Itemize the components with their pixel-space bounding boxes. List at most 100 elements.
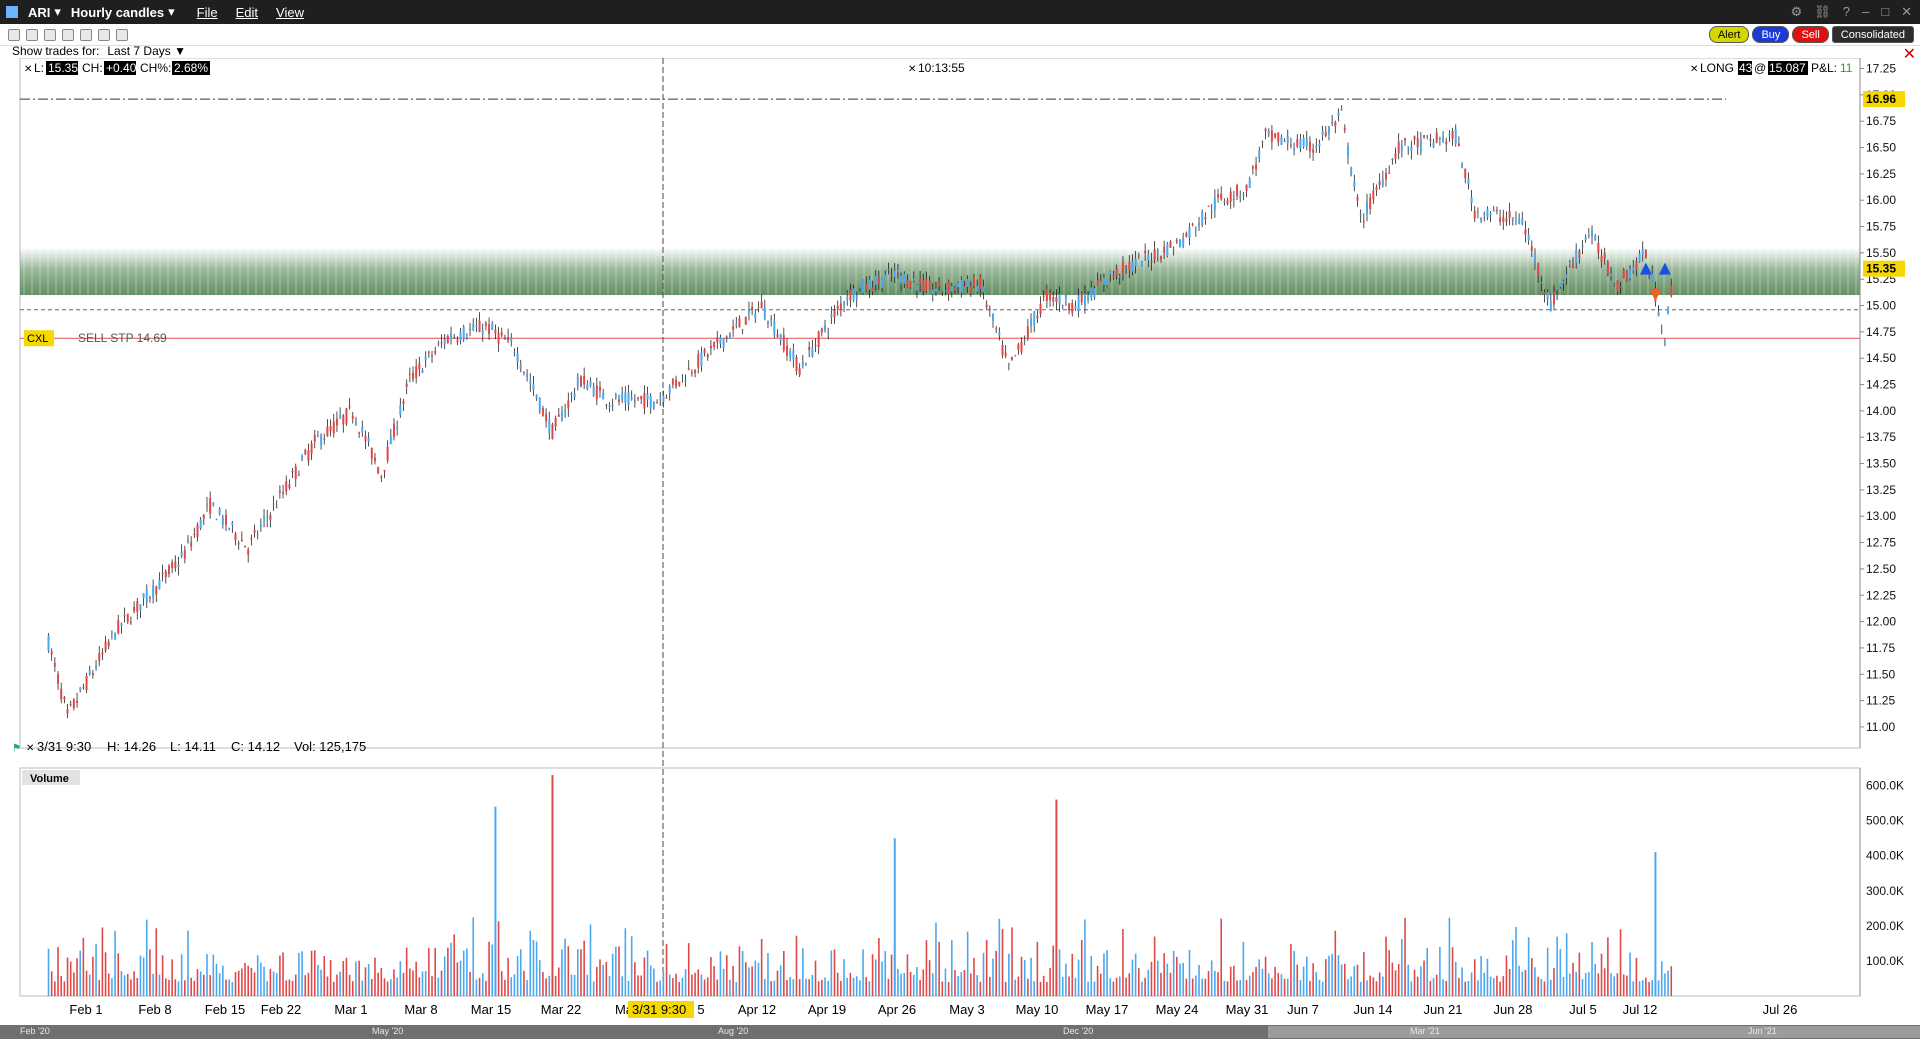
crosshair-time: 3/31 9:30 xyxy=(37,739,91,754)
crosshair-icon[interactable] xyxy=(98,28,110,41)
candle xyxy=(1410,146,1413,152)
candle xyxy=(389,435,392,445)
candle xyxy=(1023,340,1026,342)
grid-icon[interactable] xyxy=(44,28,56,41)
volume-bar xyxy=(1461,967,1463,996)
volume-bar xyxy=(798,979,801,996)
candle xyxy=(900,275,903,284)
volume-bar xyxy=(507,957,509,996)
price-tick-label: 16.50 xyxy=(1866,141,1896,155)
volume-bar xyxy=(184,980,186,996)
candle xyxy=(640,395,643,400)
maximize-icon[interactable]: □ xyxy=(1881,4,1889,20)
candle xyxy=(418,363,421,370)
menu-view[interactable]: View xyxy=(276,5,304,20)
menu-file[interactable]: File xyxy=(197,5,218,20)
candle xyxy=(1438,137,1441,140)
candle xyxy=(507,336,510,341)
chart-type-icon[interactable] xyxy=(8,28,20,41)
volume-bar xyxy=(1176,956,1178,996)
candle xyxy=(953,287,956,291)
candle xyxy=(129,621,132,623)
close-info-icon[interactable]: ✕ xyxy=(24,64,32,75)
candle xyxy=(367,438,370,442)
volume-bar xyxy=(158,974,161,996)
zoom-out-icon[interactable] xyxy=(80,28,92,41)
candle xyxy=(627,392,630,405)
alert-button[interactable]: Alert xyxy=(1708,26,1750,43)
candle xyxy=(456,340,459,343)
volume-bar xyxy=(450,942,452,996)
candle xyxy=(1159,256,1162,260)
volume-bar xyxy=(862,949,864,996)
volume-bar xyxy=(1385,936,1387,996)
close-position-icon[interactable]: ✕ xyxy=(1690,64,1698,75)
volume-bar xyxy=(1087,981,1089,996)
timeframe-selector[interactable]: Hourly candles ▾ xyxy=(71,4,175,20)
close-time-icon[interactable]: ✕ xyxy=(908,64,916,75)
sell-button[interactable]: Sell xyxy=(1792,26,1829,43)
candle xyxy=(364,435,367,441)
volume-bar xyxy=(792,979,795,996)
volume-bar xyxy=(1217,972,1219,996)
candle xyxy=(408,373,411,375)
volume-bar xyxy=(1572,962,1574,996)
show-trades-select[interactable]: Last 7 Days ▼ xyxy=(107,44,186,58)
volume-bar xyxy=(1328,955,1330,996)
symbol-selector[interactable]: ARI ▾ xyxy=(28,4,61,20)
candle xyxy=(1137,255,1140,257)
volume-bar xyxy=(1271,978,1273,996)
volume-tick-label: 600.0K xyxy=(1866,779,1904,793)
candle xyxy=(1118,276,1121,278)
candle xyxy=(263,516,266,519)
close-icon[interactable]: ✕ xyxy=(1901,4,1912,20)
candle xyxy=(1632,267,1635,271)
volume-bar xyxy=(691,974,693,996)
volume-bar xyxy=(453,934,456,996)
candle xyxy=(1629,269,1632,279)
candle xyxy=(1369,197,1372,210)
volume-bar xyxy=(475,979,478,996)
volume-bar xyxy=(443,956,446,996)
link-icon[interactable]: ⛓ xyxy=(1814,4,1831,20)
layout-icon[interactable] xyxy=(116,28,128,41)
candle xyxy=(196,524,199,538)
bar-icon[interactable] xyxy=(26,28,38,41)
candle xyxy=(1549,301,1552,312)
candle xyxy=(614,394,617,398)
volume-bar xyxy=(1296,964,1299,996)
zoom-in-icon[interactable] xyxy=(62,28,74,41)
candle xyxy=(1404,138,1407,141)
candle xyxy=(1584,237,1587,240)
volume-bar xyxy=(1391,962,1394,996)
settings-icon[interactable]: ⚙ xyxy=(1791,4,1803,20)
candle xyxy=(684,380,687,382)
volume-bar xyxy=(1416,976,1419,996)
volume-bar xyxy=(469,971,471,996)
candle xyxy=(1562,280,1565,284)
scrollbar-thumb[interactable] xyxy=(1268,1026,1920,1038)
menu-edit[interactable]: Edit xyxy=(236,5,258,20)
help-icon[interactable]: ? xyxy=(1843,4,1850,20)
volume-bar xyxy=(76,958,78,996)
candle xyxy=(320,435,323,445)
candle xyxy=(1511,217,1514,221)
volume-bar xyxy=(1543,981,1546,996)
minimize-icon[interactable]: – xyxy=(1862,4,1869,20)
volume-bar xyxy=(1550,979,1552,996)
buy-button[interactable]: Buy xyxy=(1752,26,1790,43)
consolidated-button[interactable]: Consolidated xyxy=(1831,26,1914,43)
candle xyxy=(1128,261,1131,271)
price-chart[interactable]: 17.2517.0016.7516.5016.2516.0015.7515.50… xyxy=(0,58,1920,1024)
volume-bar xyxy=(1157,960,1159,996)
candle xyxy=(329,426,332,431)
cancel-order-label[interactable]: CXL xyxy=(27,333,48,345)
volume-bar xyxy=(1378,972,1381,996)
candle xyxy=(877,278,880,284)
volume-bar xyxy=(1191,978,1194,996)
volume-bar xyxy=(611,953,614,996)
close-crosshair-icon[interactable]: ✕ xyxy=(26,743,34,754)
time-scrollbar[interactable]: Feb '20 May '20 Aug '20 Dec '20 Mar '21 … xyxy=(0,1025,1920,1039)
candle xyxy=(1068,303,1071,311)
volume-bar xyxy=(1546,947,1549,996)
